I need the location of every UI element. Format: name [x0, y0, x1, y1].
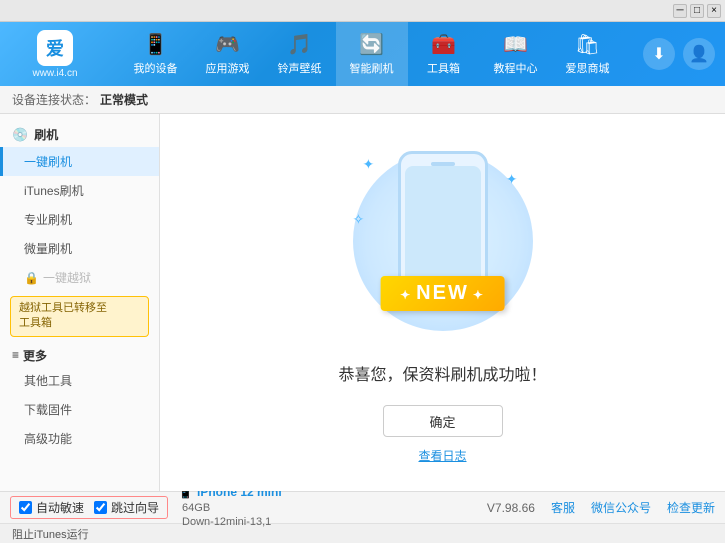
sparkle-1: ✦ [363, 156, 375, 173]
flash-section-icon: 💿 [12, 127, 28, 143]
sidebar-item-dfu-flash[interactable]: 微量刷机 [0, 234, 159, 263]
nav-label-smart-flash: 智能刷机 [350, 60, 394, 76]
advanced-label: 高级功能 [24, 432, 72, 446]
wechat-link[interactable]: 微信公众号 [591, 499, 651, 516]
close-button[interactable]: × [707, 4, 721, 18]
download-firmware-label: 下载固件 [24, 403, 72, 417]
nav-label-tutorial: 教程中心 [494, 60, 538, 76]
nav-label-mall: 爱思商城 [566, 60, 610, 76]
jailbreak-notice-box: 越狱工具已转移至 工具箱 [10, 296, 149, 337]
flash-section-label: 刷机 [34, 126, 58, 143]
more-section-title: ≡ 更多 [0, 341, 159, 366]
pro-flash-label: 专业刷机 [24, 213, 72, 227]
bottombar: 自动敏速 跳过向导 📱 iPhone 12 mini 64GB Down-12m… [0, 491, 725, 523]
tutorial-icon: 📖 [503, 32, 528, 57]
header: 爱 www.i4.cn 📱 我的设备 🎮 应用游戏 🎵 铃声壁纸 🔄 智能刷机 … [0, 22, 725, 86]
stop-itunes-bar: 阻止iTunes运行 [0, 523, 725, 543]
service-link[interactable]: 客服 [551, 499, 575, 516]
itunes-flash-label: iTunes刷机 [24, 184, 84, 198]
sidebar-item-one-click-flash[interactable]: 一键刷机 [0, 147, 159, 176]
logo-area: 爱 www.i4.cn [10, 30, 100, 79]
nav-label-my-device: 我的设备 [134, 60, 178, 76]
lock-icon: 🔒 [24, 271, 39, 285]
jailbreak-disabled: 🔒 一键越狱 [0, 263, 159, 292]
logo-symbol: 爱 [46, 35, 64, 61]
stop-itunes-label[interactable]: 阻止iTunes运行 [12, 526, 89, 542]
new-badge: NEW [380, 276, 505, 311]
apps-icon: 🎮 [215, 32, 240, 57]
header-right: ⬇ 👤 [643, 38, 715, 70]
sidebar-item-pro-flash[interactable]: 专业刷机 [0, 205, 159, 234]
skip-wizard-checkbox[interactable] [94, 501, 107, 514]
sidebar-item-itunes-flash[interactable]: iTunes刷机 [0, 176, 159, 205]
nav-items: 📱 我的设备 🎮 应用游戏 🎵 铃声壁纸 🔄 智能刷机 🧰 工具箱 📖 教程中心… [100, 22, 643, 86]
minimize-button[interactable]: ─ [673, 4, 687, 18]
nav-item-smart-flash[interactable]: 🔄 智能刷机 [336, 22, 408, 86]
nav-item-apps-games[interactable]: 🎮 应用游戏 [192, 22, 264, 86]
maximize-button[interactable]: □ [690, 4, 704, 18]
sidebar-item-other-tools[interactable]: 其他工具 [0, 366, 159, 395]
success-text: 恭喜您，保资料刷机成功啦！ [338, 361, 546, 385]
auto-flash-checkbox-label[interactable]: 自动敏速 [19, 499, 84, 516]
nav-item-ringtones[interactable]: 🎵 铃声壁纸 [264, 22, 336, 86]
nav-item-mall[interactable]: 🛍 爱思商城 [552, 22, 624, 86]
bottombar-right: V7.98.66 客服 微信公众号 检查更新 [487, 499, 715, 516]
logo-text: www.i4.cn [32, 68, 77, 79]
sidebar-item-advanced[interactable]: 高级功能 [0, 424, 159, 453]
download-button[interactable]: ⬇ [643, 38, 675, 70]
flash-section-title: 💿 刷机 [0, 122, 159, 147]
mall-icon: 🛍 [575, 32, 600, 57]
toolbox-icon: 🧰 [431, 32, 456, 57]
one-click-flash-label: 一键刷机 [24, 155, 72, 169]
logo-icon: 爱 [37, 30, 73, 66]
phone-notch [431, 162, 455, 166]
user-button[interactable]: 👤 [683, 38, 715, 70]
dfu-flash-label: 微量刷机 [24, 242, 72, 256]
sparkle-3: ✧ [353, 211, 365, 228]
flash-icon: 🔄 [359, 32, 384, 57]
statusbar-label: 设备连接状态： [12, 91, 96, 108]
sidebar: 💿 刷机 一键刷机 iTunes刷机 专业刷机 微量刷机 🔒 一键越狱 越狱工具… [0, 114, 160, 491]
more-icon: ≡ [12, 348, 19, 362]
confirm-button[interactable]: 确定 [383, 405, 503, 437]
other-tools-label: 其他工具 [24, 374, 72, 388]
jailbreak-disabled-label: 一键越狱 [43, 269, 91, 286]
nav-label-apps-games: 应用游戏 [206, 60, 250, 76]
sparkle-2: ✦ [506, 171, 518, 188]
device-storage: 64GB [182, 502, 210, 514]
checkbox-group: 自动敏速 跳过向导 [10, 496, 168, 519]
statusbar-value: 正常模式 [100, 91, 148, 108]
device-icon: 📱 [143, 32, 168, 57]
statusbar: 设备连接状态： 正常模式 [0, 86, 725, 114]
skip-wizard-checkbox-label[interactable]: 跳过向导 [94, 499, 159, 516]
nav-item-toolbox[interactable]: 🧰 工具箱 [408, 22, 480, 86]
titlebar: ─ □ × [0, 0, 725, 22]
version-label: V7.98.66 [487, 501, 535, 515]
view-log-link[interactable]: 查看日志 [418, 447, 466, 464]
nav-label-ringtones: 铃声壁纸 [278, 60, 322, 76]
main-layout: 💿 刷机 一键刷机 iTunes刷机 专业刷机 微量刷机 🔒 一键越狱 越狱工具… [0, 114, 725, 491]
auto-flash-label: 自动敏速 [36, 499, 84, 516]
jailbreak-notice-text: 越狱工具已转移至 工具箱 [19, 302, 107, 329]
more-section-label: 更多 [23, 347, 47, 364]
update-link[interactable]: 检查更新 [667, 499, 715, 516]
nav-item-tutorial[interactable]: 📖 教程中心 [480, 22, 552, 86]
content-area: ✦ ✦ ✧ NEW 恭喜您，保资料刷机成功啦！ 确定 查看日志 [160, 114, 725, 491]
nav-item-my-device[interactable]: 📱 我的设备 [120, 22, 192, 86]
sidebar-item-download-firmware[interactable]: 下载固件 [0, 395, 159, 424]
ringtones-icon: 🎵 [287, 32, 312, 57]
skip-wizard-label: 跳过向导 [111, 499, 159, 516]
nav-label-toolbox: 工具箱 [427, 60, 460, 76]
device-model: Down-12mini-13,1 [182, 516, 271, 528]
auto-flash-checkbox[interactable] [19, 501, 32, 514]
success-illustration: ✦ ✦ ✧ NEW [343, 141, 543, 341]
